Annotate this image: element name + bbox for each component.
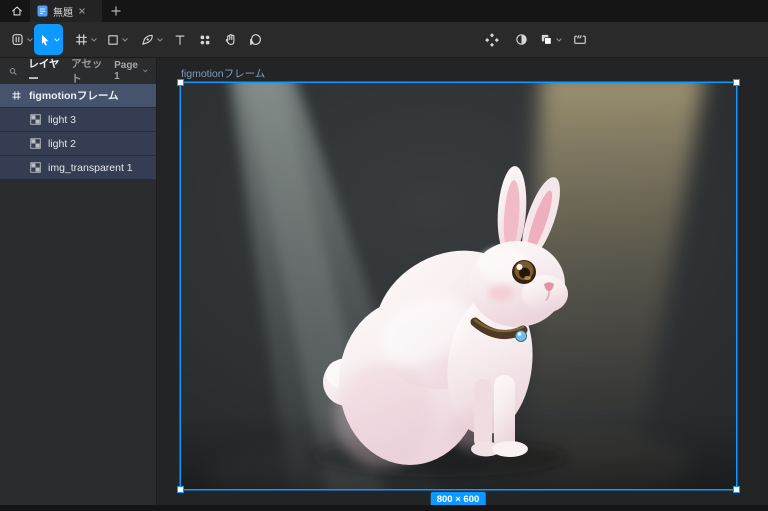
tab-layers[interactable]: レイヤー	[28, 56, 61, 86]
cursor-icon	[41, 34, 48, 46]
rabbit-spotlight-illustration	[181, 83, 736, 489]
main-toolbar	[0, 22, 768, 58]
hand-icon	[225, 34, 234, 45]
chevron-down-icon	[26, 37, 33, 42]
chevron-down-icon	[156, 37, 163, 42]
selection-size-badge: 800 × 600	[430, 492, 486, 505]
frame-hash-icon	[12, 91, 21, 100]
move-tool-button[interactable]	[34, 24, 63, 55]
selected-frame[interactable]	[177, 79, 740, 493]
page-selector-label: Page 1	[114, 60, 138, 82]
layer-row-img-transparent[interactable]: img_transparent 1	[0, 156, 156, 179]
chevron-down-icon	[53, 37, 60, 42]
text-tool-button[interactable]	[167, 24, 193, 55]
plus-icon	[111, 6, 121, 16]
component-button[interactable]	[478, 24, 506, 55]
image-layer-icon	[30, 114, 41, 125]
dev-mode-brackets-icon	[574, 35, 586, 44]
selection-handle-bottom-right[interactable]	[733, 486, 740, 493]
layers-panel: レイヤー アセット Page 1 figmotionフレーム light 3 l…	[0, 58, 157, 505]
close-icon[interactable]	[78, 7, 86, 15]
apps-grid-icon	[200, 35, 210, 44]
search-icon[interactable]	[8, 65, 18, 78]
shape-tool-button[interactable]	[102, 24, 132, 55]
dev-mode-button[interactable]	[567, 24, 593, 55]
layer-row-light3[interactable]: light 3	[0, 108, 156, 131]
mask-button[interactable]	[508, 24, 534, 55]
chevron-down-icon	[556, 37, 562, 42]
layer-label: figmotionフレーム	[29, 90, 119, 102]
home-button[interactable]	[6, 2, 28, 20]
figma-app-window: 無題 レイヤー アセット Page 1 figmotionフレーム light …	[0, 0, 768, 511]
boolean-button[interactable]	[535, 24, 566, 55]
component-diamonds-icon	[485, 32, 499, 47]
rectangle-icon	[108, 34, 118, 45]
boolean-squares-icon	[541, 34, 552, 45]
frame-hash-icon	[75, 34, 87, 45]
figma-menu-icon	[11, 34, 23, 45]
pen-icon	[141, 34, 153, 45]
chevron-down-icon	[143, 69, 148, 73]
comment-bubble-icon	[249, 34, 261, 45]
selection-handle-top-right[interactable]	[733, 79, 740, 86]
new-tab-button[interactable]	[106, 2, 126, 20]
mask-half-circle-icon	[515, 34, 527, 45]
image-layer-icon	[30, 138, 41, 149]
comment-tool-button[interactable]	[242, 24, 268, 55]
tab-assets[interactable]: アセット	[71, 56, 104, 86]
text-T-icon	[175, 35, 185, 45]
layer-label: img_transparent 1	[48, 161, 133, 174]
chevron-down-icon	[90, 37, 97, 42]
selection-handle-bottom-left[interactable]	[177, 486, 184, 493]
layer-row-frame[interactable]: figmotionフレーム	[0, 84, 156, 107]
home-icon	[12, 6, 22, 16]
pen-tool-button[interactable]	[136, 24, 166, 55]
window-tab-bar: 無題	[0, 0, 768, 22]
main-menu-button[interactable]	[6, 24, 36, 55]
window-bottom-edge	[0, 505, 768, 511]
layer-row-light2[interactable]: light 2	[0, 132, 156, 155]
canvas-viewport[interactable]: figmotionフレーム 800 × 600	[157, 58, 768, 505]
tab-title: 無題	[53, 7, 73, 19]
actions-button[interactable]	[192, 24, 218, 55]
page-selector[interactable]: Page 1	[114, 60, 148, 82]
chevron-down-icon	[122, 37, 128, 42]
panel-tab-bar: レイヤー アセット Page 1	[0, 56, 156, 86]
file-tab[interactable]: 無題	[30, 0, 102, 22]
frame-tool-button[interactable]	[70, 24, 100, 55]
layer-label: light 3	[48, 113, 77, 126]
frame-name-label[interactable]: figmotionフレーム	[181, 66, 265, 81]
layer-label: light 2	[48, 137, 77, 150]
image-layer-icon	[30, 162, 41, 173]
design-file-icon	[37, 5, 48, 17]
hand-tool-button[interactable]	[217, 24, 243, 55]
selection-handle-top-left[interactable]	[177, 79, 184, 86]
